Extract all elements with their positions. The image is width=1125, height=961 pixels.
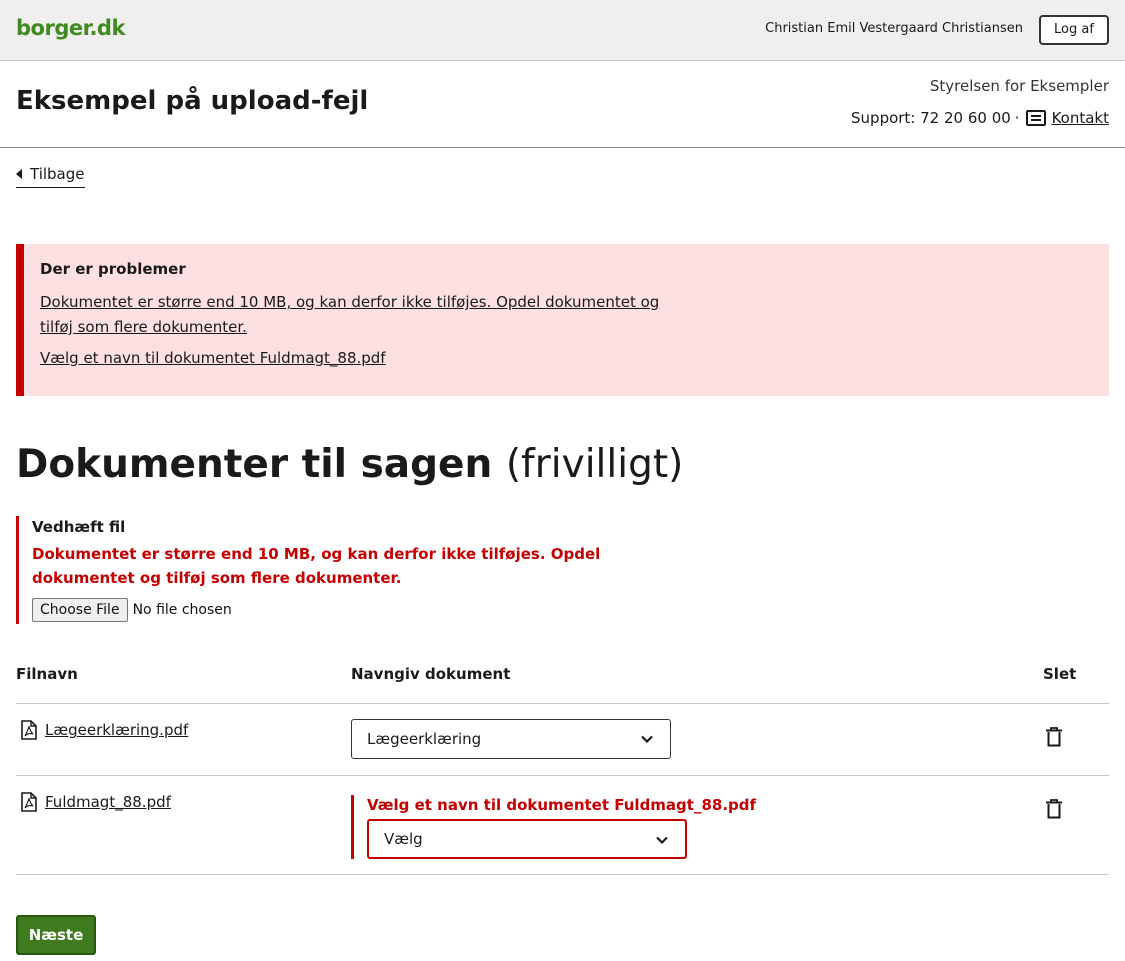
section-title-main: Dokumenter til sagen: [16, 442, 493, 487]
table-header: Filnavn Navngiv dokument Slet: [16, 656, 1109, 704]
pdf-file-icon: [21, 720, 37, 740]
file-upload-group: Vedhæft fil Dokumentet er større end 10 …: [16, 516, 716, 624]
file-upload-label: Vedhæft fil: [32, 518, 126, 536]
select-value: Vælg: [384, 830, 423, 848]
choose-file-button[interactable]: Choose File: [32, 598, 128, 622]
trash-icon[interactable]: [1045, 799, 1063, 819]
error-summary: Der er problemer Dokumentet er større en…: [16, 244, 1109, 396]
file-cell: Fuldmagt_88.pdf: [16, 792, 171, 812]
table-row: Fuldmagt_88.pdf Vælg et navn til dokumen…: [16, 776, 1109, 875]
contact-link[interactable]: Kontakt: [1052, 109, 1109, 127]
column-header-delete: Slet: [1043, 665, 1077, 683]
table-row: Lægeerklæring.pdf Lægeerklæring: [16, 704, 1109, 776]
logout-button[interactable]: Log af: [1039, 15, 1109, 45]
page-title: Eksempel på upload-fejl: [16, 86, 369, 116]
document-name-error: Vælg et navn til dokumentet Fuldmagt_88.…: [367, 796, 757, 814]
support-phone: Support: 72 20 60 00: [851, 109, 1011, 127]
user-name: Christian Emil Vestergaard Christiansen: [765, 21, 1023, 36]
document-name-error-group: Vælg et navn til dokumentet Fuldmagt_88.…: [351, 795, 757, 859]
authority-name: Styrelsen for Eksempler: [929, 77, 1109, 95]
next-button[interactable]: Næste: [16, 915, 96, 955]
borger-logo[interactable]: borger.dk: [16, 16, 125, 40]
pdf-file-icon: [21, 792, 37, 812]
file-cell: Lægeerklæring.pdf: [16, 720, 188, 740]
support-info: Support: 72 20 60 00 · Kontakt: [851, 109, 1109, 127]
document-name-select[interactable]: Lægeerklæring: [351, 719, 671, 759]
error-summary-heading: Der er problemer: [40, 260, 186, 278]
file-link[interactable]: Lægeerklæring.pdf: [45, 721, 188, 739]
error-summary-link-size[interactable]: Dokumentet er større end 10 MB, og kan d…: [40, 290, 680, 340]
page-header: Eksempel på upload-fejl Styrelsen for Ek…: [0, 61, 1125, 148]
support-separator: ·: [1014, 109, 1020, 127]
section-title: Dokumenter til sagen (frivilligt): [16, 442, 683, 487]
file-link[interactable]: Fuldmagt_88.pdf: [45, 793, 171, 811]
back-link[interactable]: Tilbage: [16, 165, 85, 188]
trash-icon[interactable]: [1045, 727, 1063, 747]
column-header-filename: Filnavn: [16, 665, 78, 683]
section-title-optional: (frivilligt): [505, 442, 684, 487]
top-bar: borger.dk Christian Emil Vestergaard Chr…: [0, 0, 1125, 61]
caret-left-icon: [16, 169, 22, 179]
error-summary-link-name[interactable]: Vælg et navn til dokumentet Fuldmagt_88.…: [40, 346, 680, 371]
back-link-label: Tilbage: [30, 165, 85, 183]
chevron-down-icon: [656, 836, 668, 845]
no-file-chosen-text: No file chosen: [132, 602, 232, 618]
contact-icon: [1025, 110, 1046, 126]
document-name-select[interactable]: Vælg: [367, 819, 687, 859]
select-value: Lægeerklæring: [367, 730, 482, 748]
documents-table: Filnavn Navngiv dokument Slet Lægeerklær…: [16, 656, 1109, 875]
file-upload-error: Dokumentet er større end 10 MB, og kan d…: [32, 545, 601, 587]
file-input[interactable]: Choose File No file chosen: [32, 598, 716, 622]
chevron-down-icon: [641, 735, 653, 744]
column-header-name-document: Navngiv dokument: [351, 665, 511, 683]
